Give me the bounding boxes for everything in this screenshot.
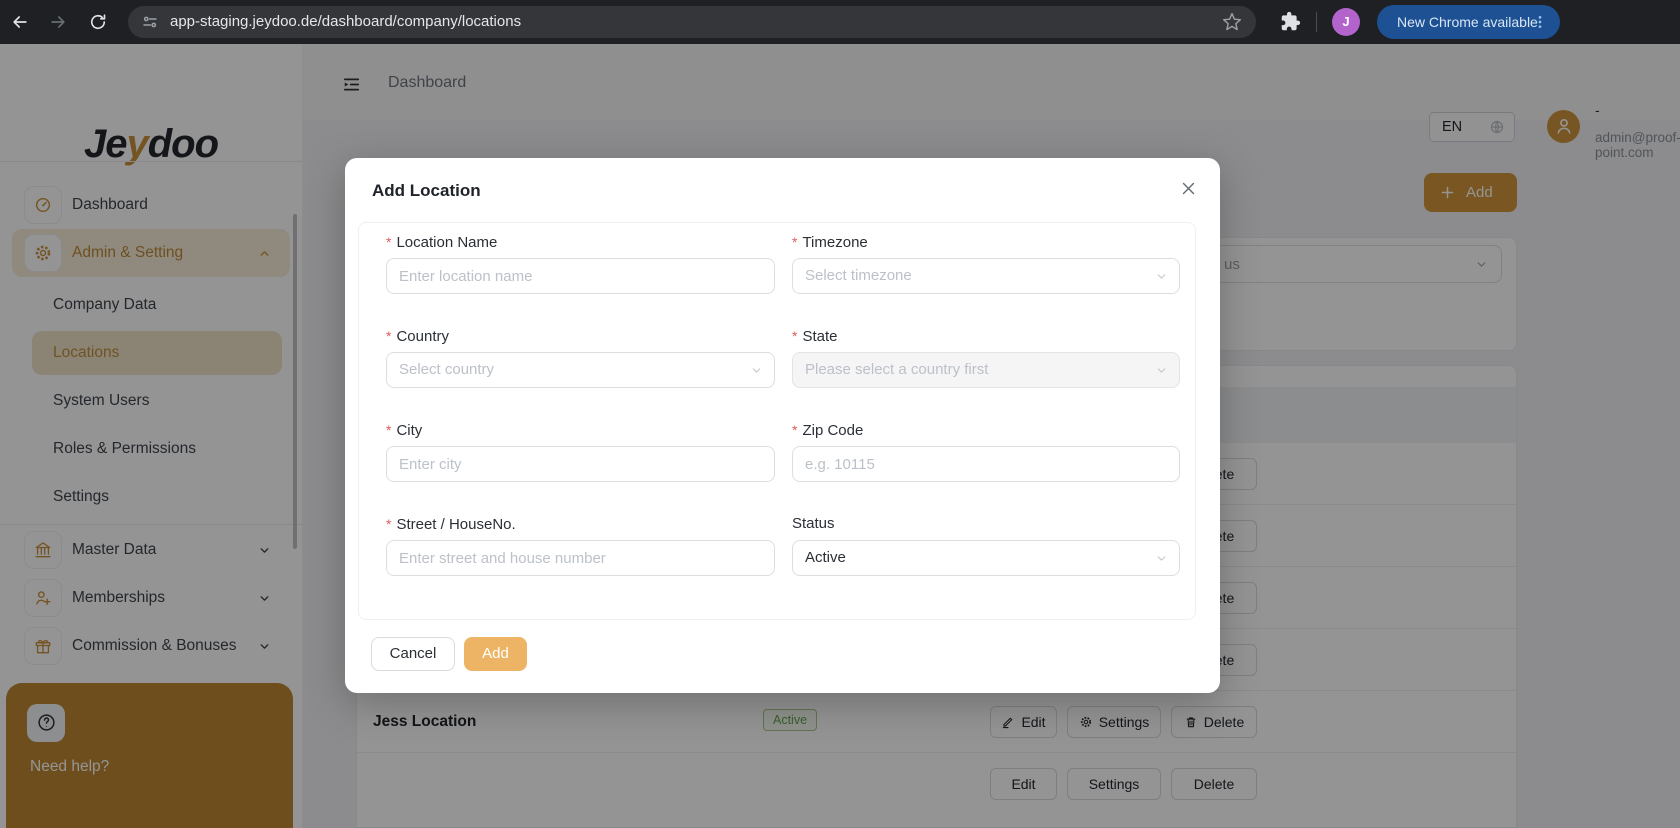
address-bar[interactable]: app-staging.jeydoo.de/dashboard/company/… <box>128 6 1256 38</box>
street-input[interactable] <box>386 540 775 576</box>
field-label-street: * Street / HouseNo. <box>386 516 516 533</box>
browser-back-icon[interactable] <box>10 12 30 32</box>
chevron-down-icon <box>1155 270 1168 283</box>
field-label-location-name: * Location Name <box>386 234 498 251</box>
timezone-select[interactable]: Select timezone <box>792 258 1180 294</box>
url-text[interactable]: app-staging.jeydoo.de/dashboard/company/… <box>170 6 521 38</box>
state-select[interactable]: Please select a country first <box>792 352 1180 388</box>
extensions-icon[interactable] <box>1280 11 1301 32</box>
location-name-input[interactable] <box>386 258 775 294</box>
status-select[interactable]: Active <box>792 540 1180 576</box>
chevron-down-icon <box>750 364 763 377</box>
browser-chrome-bar: app-staging.jeydoo.de/dashboard/company/… <box>0 0 1680 44</box>
field-label-state: * State <box>792 328 838 345</box>
field-label-status: Status <box>792 515 835 532</box>
field-label-country: * Country <box>386 328 449 345</box>
country-select[interactable]: Select country <box>386 352 775 388</box>
modal-add-button[interactable]: Add <box>464 637 527 671</box>
chevron-down-icon <box>1155 364 1168 377</box>
chevron-down-icon <box>1155 552 1168 565</box>
cancel-button[interactable]: Cancel <box>371 637 455 671</box>
browser-profile-avatar[interactable]: J <box>1332 8 1360 36</box>
city-input[interactable] <box>386 446 775 482</box>
close-icon[interactable] <box>1180 180 1198 198</box>
toolbar-separator <box>1316 12 1317 32</box>
chrome-update-label: New Chrome available <box>1397 14 1538 30</box>
add-location-modal: Add Location *Location Name *Timezone Se… <box>345 158 1220 693</box>
browser-menu-dots-icon[interactable] <box>1532 14 1548 30</box>
chrome-update-button[interactable]: New Chrome available <box>1377 5 1560 39</box>
bookmark-star-icon[interactable] <box>1222 12 1242 32</box>
browser-reload-icon[interactable] <box>88 12 108 32</box>
field-label-city: * City <box>386 422 423 439</box>
browser-forward-icon[interactable] <box>48 12 68 32</box>
field-label-zip-code: * Zip Code <box>792 422 864 439</box>
site-info-icon[interactable] <box>141 13 159 31</box>
zip-code-input[interactable] <box>792 446 1180 482</box>
modal-title: Add Location <box>372 181 481 200</box>
screen: app-staging.jeydoo.de/dashboard/company/… <box>0 0 1680 828</box>
field-label-timezone: * Timezone <box>792 234 868 251</box>
